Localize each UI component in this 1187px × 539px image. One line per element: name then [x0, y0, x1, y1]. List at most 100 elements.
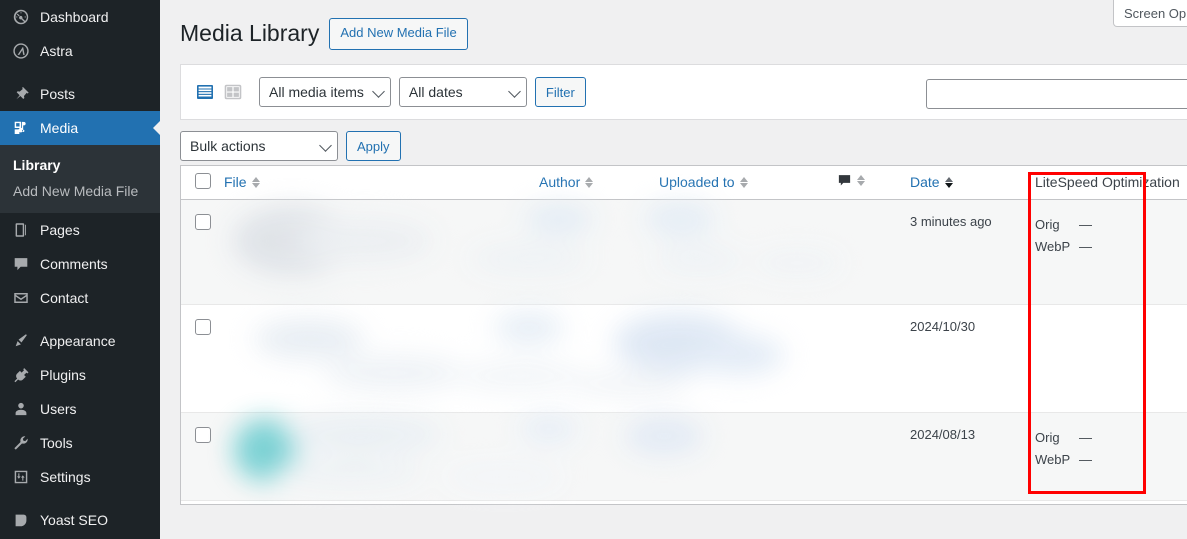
sidebar-item-media[interactable]: Media: [0, 111, 160, 145]
media-filter-bar: All media items All dates Filter: [180, 64, 1187, 120]
column-label-file: File: [224, 174, 247, 191]
add-new-media-file-button[interactable]: Add New Media File: [329, 18, 468, 50]
column-label-author: Author: [539, 174, 581, 191]
dates-filter-value: All dates: [408, 84, 463, 100]
sidebar-item-label: Comments: [40, 256, 108, 272]
litespeed-orig-value: —: [1079, 429, 1092, 445]
media-table: File Author Uploaded to Date LiteSpeed O…: [180, 165, 1187, 505]
litespeed-webp-value: —: [1079, 239, 1092, 255]
main-content: Screen Op Media Library Add New Media Fi…: [160, 0, 1187, 539]
filter-button[interactable]: Filter: [534, 77, 586, 107]
row-checkbox[interactable]: [195, 213, 211, 230]
sort-arrows-icon[interactable]: [585, 176, 594, 188]
user-icon: [11, 399, 31, 419]
list-view-icon[interactable]: [191, 78, 219, 106]
bulk-actions-value: Bulk actions: [190, 138, 266, 154]
wrench-icon: [11, 433, 31, 453]
column-header-select-all: [181, 166, 224, 200]
screen-options-button[interactable]: Screen Op: [1113, 0, 1187, 27]
sidebar-item-comments[interactable]: Comments: [0, 247, 160, 281]
column-header-file[interactable]: File: [224, 166, 539, 200]
sidebar-item-settings[interactable]: Settings: [0, 460, 160, 494]
litespeed-orig-line: Orig —: [1035, 214, 1187, 237]
sidebar-item-tools[interactable]: Tools: [0, 426, 160, 460]
sidebar-item-label: Settings: [40, 469, 91, 485]
sidebar-item-label: Plugins: [40, 367, 86, 383]
sidebar-item-label: Media: [40, 120, 79, 136]
admin-sidebar: Dashboard Astra Posts Media Library Add …: [0, 0, 160, 539]
sidebar-item-label: Astra: [40, 43, 73, 59]
chevron-down-icon: [372, 85, 385, 98]
row-select-cell: [181, 304, 224, 412]
page-header: Media Library Add New Media File: [160, 0, 1187, 56]
litespeed-orig-label: Orig: [1035, 429, 1060, 445]
sort-arrows-icon[interactable]: [857, 175, 865, 187]
sidebar-item-label: Posts: [40, 86, 76, 102]
dates-filter-select[interactable]: All dates: [398, 77, 527, 107]
litespeed-orig-label: Orig: [1035, 216, 1060, 232]
sidebar-item-label: Dashboard: [40, 9, 109, 25]
row-litespeed-cell: Orig — WebP —: [1013, 412, 1187, 500]
envelope-icon: [11, 288, 31, 308]
search-input[interactable]: [926, 79, 1187, 109]
table-header-row: File Author Uploaded to Date LiteSpeed O…: [181, 166, 1187, 200]
plug-icon: [11, 365, 31, 385]
sidebar-item-pages[interactable]: Pages: [0, 213, 160, 247]
litespeed-webp-line: WebP —: [1035, 449, 1187, 472]
dashboard-icon: [11, 7, 31, 27]
row-select-cell: [181, 412, 224, 500]
media-submenu: Library Add New Media File: [0, 145, 160, 213]
sidebar-item-astra[interactable]: Astra: [0, 34, 160, 68]
media-icon: [11, 118, 31, 138]
sidebar-item-label: Appearance: [40, 333, 116, 349]
sort-arrows-icon-active[interactable]: [944, 176, 953, 188]
apply-button[interactable]: Apply: [346, 131, 401, 161]
sidebar-item-dashboard[interactable]: Dashboard: [0, 0, 160, 34]
sidebar-item-label: Yoast SEO: [40, 512, 108, 528]
chevron-down-icon: [508, 85, 521, 98]
bulk-actions-select[interactable]: Bulk actions: [180, 131, 338, 161]
comment-bubble-icon: [837, 173, 852, 188]
page-title: Media Library: [180, 20, 320, 47]
row-date-cell: 2024/08/13: [910, 426, 976, 442]
select-all-checkbox[interactable]: [195, 172, 211, 189]
row-date-cell: 2024/10/30: [910, 318, 976, 334]
table-row[interactable]: 2024/08/13 Orig — WebP —: [181, 412, 1187, 500]
sidebar-item-contact[interactable]: Contact: [0, 281, 160, 315]
row-litespeed-cell: Orig — WebP —: [1013, 199, 1187, 304]
media-items-filter-select[interactable]: All media items: [259, 77, 391, 107]
yoast-icon: [11, 510, 31, 530]
comment-icon: [11, 254, 31, 274]
row-select-cell: [181, 199, 224, 304]
grid-view-icon[interactable]: [219, 78, 247, 106]
sidebar-item-appearance[interactable]: Appearance: [0, 324, 160, 358]
column-label-uploaded-to: Uploaded to: [659, 174, 735, 191]
sidebar-item-label: Pages: [40, 222, 80, 238]
sidebar-subitem-add-new-media-file[interactable]: Add New Media File: [0, 178, 160, 204]
pin-icon: [11, 84, 31, 104]
sort-arrows-icon[interactable]: [739, 176, 748, 188]
row-date-cell: 3 minutes ago: [910, 213, 992, 229]
astra-icon: [11, 41, 31, 61]
column-header-date[interactable]: Date: [893, 166, 1013, 200]
wp-admin-screen: Dashboard Astra Posts Media Library Add …: [0, 0, 1187, 539]
sidebar-item-posts[interactable]: Posts: [0, 77, 160, 111]
sidebar-subitem-library[interactable]: Library: [0, 152, 160, 178]
column-header-comments[interactable]: [837, 166, 893, 200]
table-row[interactable]: 2024/10/30: [181, 304, 1187, 412]
column-label-litespeed: LiteSpeed Optimization: [1035, 174, 1180, 191]
row-checkbox[interactable]: [195, 318, 211, 335]
table-row[interactable]: 3 minutes ago Orig — WebP —: [181, 199, 1187, 304]
brush-icon: [11, 331, 31, 351]
column-header-litespeed-optimization: LiteSpeed Optimization: [1013, 166, 1187, 200]
litespeed-orig-value: —: [1079, 216, 1092, 232]
sidebar-item-yoast-seo[interactable]: Yoast SEO: [0, 503, 160, 537]
column-header-uploaded-to[interactable]: Uploaded to: [659, 166, 837, 200]
row-litespeed-cell: [1013, 304, 1187, 412]
sidebar-item-plugins[interactable]: Plugins: [0, 358, 160, 392]
row-checkbox[interactable]: [195, 426, 211, 443]
sort-arrows-icon[interactable]: [251, 176, 260, 188]
column-label-date: Date: [910, 174, 940, 191]
column-header-author[interactable]: Author: [539, 166, 659, 200]
sidebar-item-users[interactable]: Users: [0, 392, 160, 426]
